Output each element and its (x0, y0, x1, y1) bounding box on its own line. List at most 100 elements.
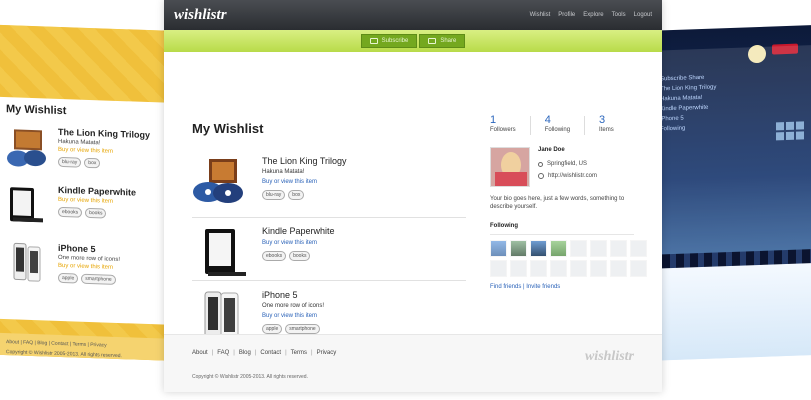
tag[interactable]: blu-ray (262, 190, 286, 200)
left-item-subtitle: One more row of icons! (58, 254, 121, 264)
left-list-item: iPhone 5 One more row of icons! Buy or v… (6, 241, 164, 291)
empty-avatar-slot (530, 260, 547, 278)
friend-actions: Find friends | Invite friends (490, 284, 634, 290)
wishlist-item: The Lion King Trilogy Hakuna Matata! Buy… (192, 156, 466, 210)
find-friends-link[interactable]: Find friends (490, 284, 521, 290)
following-label: Following (544, 127, 571, 133)
page-title: My Wishlist (192, 121, 264, 136)
footer-links: About | FAQ | Blog | Contact | Terms | Privac… (192, 350, 337, 356)
avatar[interactable] (550, 240, 567, 258)
footer-link-about[interactable]: About (192, 350, 208, 356)
items-label: Items (599, 127, 614, 133)
tag[interactable]: ebooks (262, 251, 287, 261)
nav-wishlist[interactable]: Wishlist (530, 12, 551, 18)
nav-profile[interactable]: Profile (558, 12, 575, 18)
avatar (776, 132, 784, 141)
left-item-link[interactable]: Buy or view this item (58, 197, 136, 206)
right-line: Kindle Paperwhite (660, 104, 709, 113)
tag[interactable]: box (288, 190, 305, 200)
following-heading: Following (490, 223, 518, 230)
brand-logo[interactable]: wishlistr (174, 7, 227, 24)
profile-website[interactable]: http://wishlistr.com (548, 173, 597, 179)
item-link[interactable]: Buy or view this item (262, 240, 335, 246)
left-page-title: My Wishlist (6, 103, 67, 118)
footer-link-contact[interactable]: Contact (260, 350, 281, 356)
followers-label: Followers (490, 127, 516, 133)
tag[interactable]: ebooks (58, 206, 83, 218)
nav-logout[interactable]: Logout (634, 12, 652, 18)
tag[interactable]: apple (58, 272, 79, 284)
avatar[interactable] (490, 240, 507, 258)
item-subtitle: Hakuna Matata! (262, 169, 305, 175)
wishlist-item: Kindle Paperwhite Buy or view this item … (192, 226, 466, 280)
lion-king-box-image (6, 125, 50, 171)
followers-stat[interactable]: 1 Followers (490, 114, 516, 135)
avatar[interactable] (530, 240, 547, 258)
left-item-link[interactable]: Buy or view this item (58, 147, 150, 156)
avatar (776, 122, 784, 131)
item-name[interactable]: The Lion King Trilogy (262, 156, 347, 166)
profile-location: Springfield, US (547, 161, 588, 167)
footer-link-blog[interactable]: Blog (239, 350, 251, 356)
left-item-name: The Lion King Trilogy (58, 126, 150, 141)
invite-friends-link[interactable]: Invite friends (526, 284, 560, 290)
right-avatar-grid (776, 121, 804, 141)
left-footer-links[interactable]: About | FAQ | Blog | Contact | Terms | P… (6, 339, 164, 351)
left-item-name: iPhone 5 (58, 242, 96, 255)
left-item-link[interactable]: Buy or view this item (58, 263, 120, 271)
footer-link-faq[interactable]: FAQ (217, 350, 229, 356)
items-stat[interactable]: 3 Items (599, 114, 614, 135)
empty-avatar-slot (590, 260, 607, 278)
empty-avatar-slot (590, 240, 607, 258)
tag[interactable]: smartphone (81, 273, 116, 285)
share-button[interactable]: Share (419, 34, 466, 48)
items-count: 3 (599, 114, 606, 126)
subscribe-button[interactable]: Subscribe (360, 34, 418, 48)
item-subtitle: One more row of icons! (262, 303, 325, 309)
item-name[interactable]: iPhone 5 (262, 290, 324, 300)
following-count: 4 (544, 114, 551, 126)
footer-link-terms[interactable]: Terms (291, 350, 307, 356)
item-divider (192, 280, 466, 281)
right-line: Following (660, 125, 686, 133)
tag[interactable]: smartphone (285, 324, 320, 334)
right-share-label[interactable]: Share (688, 75, 704, 82)
empty-avatar-slot (630, 240, 647, 258)
nav-tools[interactable]: Tools (612, 12, 626, 18)
right-subscribe-label[interactable]: Subscribe (660, 75, 687, 82)
footer-brand-logo[interactable]: wishlistr (585, 349, 634, 365)
left-item-name: Kindle Paperwhite (58, 184, 137, 198)
profile-bio: Your bio goes here, just a few words, so… (490, 196, 625, 211)
tag[interactable]: apple (262, 324, 283, 334)
kindle-image (192, 226, 250, 280)
empty-avatar-slot (610, 260, 627, 278)
empty-avatar-slot (630, 260, 647, 278)
left-list-item: Kindle Paperwhite Buy or view this item … (6, 183, 164, 233)
following-stat[interactable]: 4 Following (545, 114, 570, 135)
footer-link-privacy[interactable]: Privacy (317, 350, 337, 356)
left-copyright: Copyright © Wishlistr 2005-2013. All rig… (6, 349, 122, 360)
right-theme-preview: Subscribe Share The Lion King Trilogy Ha… (648, 25, 811, 361)
avatar[interactable] (510, 240, 527, 258)
tag[interactable]: books (85, 207, 107, 219)
tag[interactable]: books (289, 251, 311, 261)
main-wishlist-window: wishlistr Wishlist Profile Explore Tools… (164, 0, 662, 392)
avatar (796, 121, 804, 130)
tag[interactable]: blu-ray (58, 156, 82, 168)
followers-count: 1 (490, 114, 497, 126)
left-list-item: The Lion King Trilogy Hakuna Matata! Buy… (6, 125, 164, 175)
item-name[interactable]: Kindle Paperwhite (262, 226, 335, 236)
item-link[interactable]: Buy or view this item (262, 179, 347, 185)
left-wishlist-card: My Wishlist The Lion King Trilogy Hakuna… (0, 96, 170, 325)
left-theme-preview: My Wishlist The Lion King Trilogy Hakuna… (0, 24, 180, 362)
tag[interactable]: box (84, 157, 101, 169)
item-link[interactable]: Buy or view this item (262, 313, 324, 319)
nav-explore[interactable]: Explore (583, 12, 603, 18)
top-nav: Wishlist Profile Explore Tools Logout (530, 12, 652, 18)
avatar (796, 131, 804, 140)
share-label: Share (440, 38, 457, 44)
right-line: iPhone 5 (660, 115, 684, 123)
empty-avatar-slot (570, 240, 587, 258)
location-pin-icon (538, 161, 543, 167)
profile-location-row: Springfield, US (538, 161, 597, 167)
